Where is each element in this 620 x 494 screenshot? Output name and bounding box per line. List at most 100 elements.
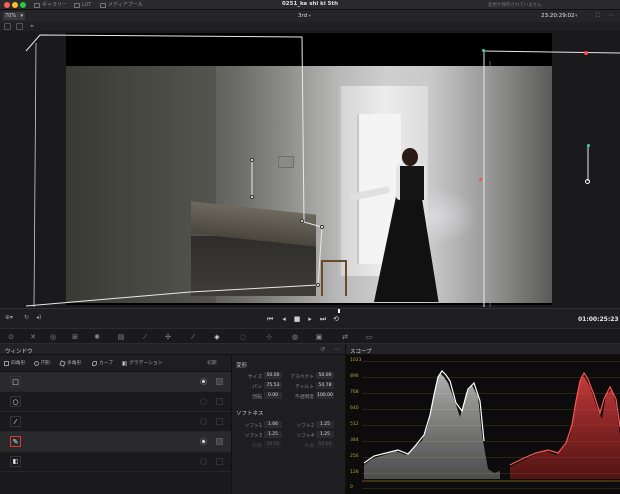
inside-field[interactable]: 50.00	[264, 441, 282, 448]
zoom-window-button[interactable]	[20, 2, 26, 8]
tab-media-pool[interactable]: メディアプール	[100, 1, 143, 9]
stop-button[interactable]: ■	[293, 315, 301, 323]
add-curve-window-button[interactable]: カーブ	[92, 359, 113, 368]
playhead-marker[interactable]	[338, 309, 340, 313]
window-overlay[interactable]	[0, 31, 620, 308]
add-circle-window-button[interactable]: 円形	[34, 359, 51, 368]
line-window-icon[interactable]: ⁄	[10, 416, 21, 427]
window-invert-toggle[interactable]	[216, 438, 223, 445]
square-window-top-edge[interactable]	[483, 50, 620, 54]
loop-icon[interactable]: ↻	[24, 314, 29, 322]
blur-icon[interactable]: ◍	[290, 333, 300, 341]
lut-icon	[74, 2, 80, 8]
3d-icon[interactable]: ▭	[364, 333, 374, 341]
magic-mask-icon[interactable]: ⊹	[264, 333, 274, 341]
camera-raw-icon[interactable]: ⊙	[6, 333, 16, 341]
window-toggle[interactable]	[200, 398, 207, 405]
motion-effects-icon[interactable]: ✺	[92, 333, 102, 341]
sizing-icon[interactable]: ⇄	[340, 333, 350, 341]
soft4-field[interactable]: 1.25	[316, 431, 334, 438]
circle-icon	[34, 361, 39, 366]
zoom-select[interactable]: 70%	[3, 12, 25, 20]
rotate-field[interactable]: 0.00	[264, 392, 282, 399]
add-square-window-button[interactable]: 四角形	[4, 359, 25, 368]
minimize-window-button[interactable]	[12, 2, 18, 8]
panel-options-icon[interactable]: ⋯	[334, 346, 340, 353]
window-toggle[interactable]	[200, 438, 207, 445]
pan-field[interactable]: 75.53	[264, 382, 282, 389]
outside-field[interactable]: 50.00	[316, 441, 334, 448]
polygon-window-outline[interactable]	[25, 34, 323, 307]
add-polygon-window-button[interactable]: 多角形	[59, 359, 81, 368]
aspect-field[interactable]: 50.00	[316, 372, 334, 379]
window-row-pen[interactable]: ✎	[0, 432, 231, 452]
viewer-options-icon[interactable]: ⊕▾	[5, 314, 13, 322]
more-options-icon[interactable]: ⋯	[607, 12, 615, 20]
gradient-window-icon[interactable]: ◧	[10, 456, 21, 467]
tilt-field[interactable]: 54.78	[316, 382, 334, 389]
rgb-mixer-icon[interactable]: ⊞	[70, 333, 80, 341]
gradient-label: グラデーション	[129, 361, 163, 366]
window-toggle[interactable]	[200, 378, 207, 385]
polygon-icon	[59, 360, 66, 367]
pen-window-icon[interactable]: ✎	[10, 436, 21, 447]
close-window-button[interactable]	[4, 2, 10, 8]
window-softness-handle[interactable]	[587, 144, 590, 147]
opacity-field[interactable]: 100.00	[316, 392, 334, 399]
window-handle-point[interactable]	[250, 195, 254, 199]
window-row-square[interactable]: □	[0, 372, 231, 392]
color-wheels-icon[interactable]: ◎	[48, 333, 58, 341]
add-gradient-window-button[interactable]: グラデーション	[122, 359, 162, 368]
jump-to-start-button[interactable]: ⏮	[266, 315, 274, 323]
window-toggle[interactable]	[200, 458, 207, 465]
jump-to-end-button[interactable]: ⏭	[319, 315, 327, 323]
hdr-icon[interactable]: ▤	[116, 333, 126, 341]
tracker-icon[interactable]: ◌	[238, 333, 248, 341]
window-row-circle[interactable]: ○	[0, 392, 231, 412]
reset-icon[interactable]: ↺	[320, 346, 325, 353]
window-invert-toggle[interactable]	[216, 418, 223, 425]
split-view-icon[interactable]	[16, 23, 23, 30]
play-button[interactable]: ▸	[306, 315, 314, 323]
soft3-field[interactable]: 1.25	[264, 431, 282, 438]
reset-label[interactable]: 初期	[207, 359, 217, 368]
viewer[interactable]	[0, 31, 620, 308]
window-invert-toggle[interactable]	[216, 458, 223, 465]
soft2-field[interactable]: 1.25	[316, 421, 334, 428]
window-row-line[interactable]: ⁄	[0, 412, 231, 432]
window-handle-point[interactable]	[250, 158, 254, 162]
window-handle-point[interactable]	[320, 225, 324, 229]
size-field[interactable]: 50.00	[264, 372, 282, 379]
cursor-tool-icon[interactable]: ⌖	[30, 23, 37, 30]
window-toggle[interactable]	[200, 418, 207, 425]
clip-name-select[interactable]: 3rd	[298, 12, 311, 21]
curves-icon[interactable]: ⟋	[140, 333, 150, 341]
warper-icon[interactable]: ✣	[163, 333, 173, 341]
window-edge-handle[interactable]	[479, 178, 482, 181]
play-reverse-button[interactable]: ◂	[280, 315, 288, 323]
window-handle-point[interactable]	[316, 283, 320, 287]
color-match-icon[interactable]: ✕	[28, 333, 38, 341]
timecode-chevron-icon[interactable]: ▾	[575, 12, 578, 20]
tab-lut[interactable]: LUT	[74, 1, 91, 9]
window-rotate-handle[interactable]	[584, 51, 588, 55]
window-handle-point[interactable]	[300, 219, 304, 223]
loop-playback-button[interactable]: ⟲	[332, 315, 340, 323]
window-center-handle[interactable]	[585, 179, 590, 184]
square-window-icon[interactable]: □	[10, 376, 21, 387]
soft1-field[interactable]: 1.66	[264, 421, 282, 428]
key-icon[interactable]: ▣	[314, 333, 324, 341]
window-palette-icon[interactable]: ◈	[212, 333, 222, 341]
qualifier-icon[interactable]: ⁄	[188, 333, 198, 341]
window-corner-handle[interactable]	[482, 49, 485, 52]
fullscreen-icon[interactable]: ⛶	[594, 12, 602, 20]
window-invert-toggle[interactable]	[216, 398, 223, 405]
tab-gallery[interactable]: ギャラリー	[34, 1, 67, 9]
outside-label: 外側	[304, 444, 314, 449]
window-invert-toggle[interactable]	[216, 378, 223, 385]
square-icon	[4, 361, 9, 366]
viewer-mode-icon[interactable]	[4, 23, 11, 30]
window-row-gradient[interactable]: ◧	[0, 452, 231, 472]
circle-window-icon[interactable]: ○	[10, 396, 21, 407]
audio-icon[interactable]: ◂)	[36, 314, 41, 322]
